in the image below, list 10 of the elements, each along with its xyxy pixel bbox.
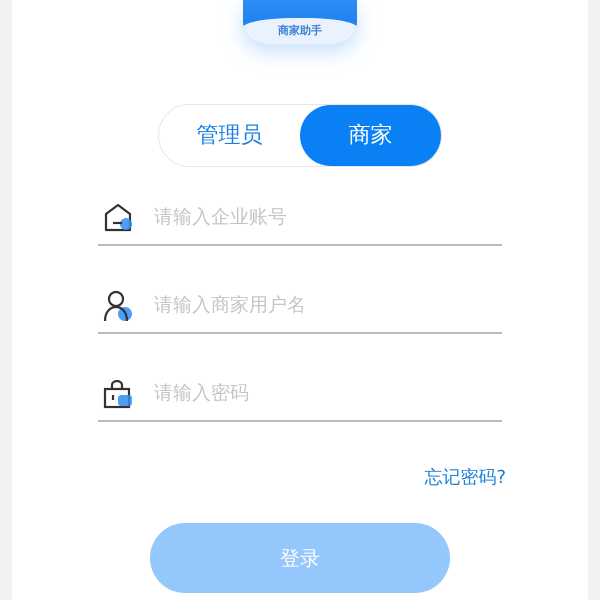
user-icon [102,288,134,322]
role-tab[interactable]: 管理员 [159,105,300,166]
input-field[interactable]: 请输入商家用户名 [152,290,502,321]
input-field[interactable]: 请输入企业账号 [152,202,502,233]
lock-icon [102,378,134,410]
role-tab[interactable]: 商家 [300,105,441,166]
input-field[interactable]: 请输入密码 [152,378,502,409]
house-icon [102,202,134,234]
logo-label: 商家助手 [278,22,322,39]
forgot-password-link[interactable]: 忘记密码? [424,464,506,491]
